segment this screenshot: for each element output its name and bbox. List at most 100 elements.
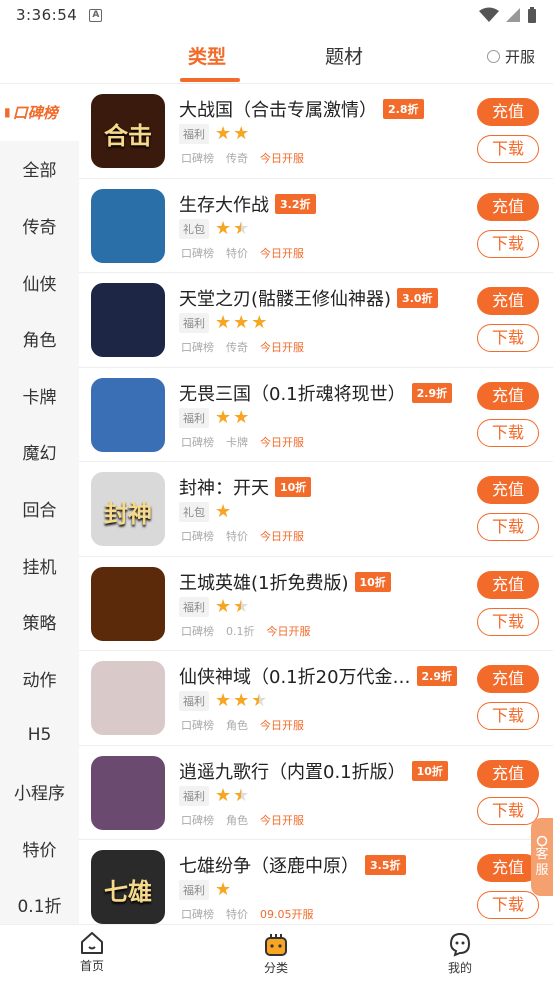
rank-label: 口碑榜 [181, 908, 214, 921]
download-button[interactable]: 下载 [477, 702, 539, 730]
discount-badge: 10折 [354, 571, 391, 592]
download-button[interactable]: 下载 [477, 418, 539, 447]
pay-button[interactable]: 充值 [477, 854, 539, 882]
game-thumbnail[interactable] [91, 283, 165, 357]
sidebar-item-chuanqi[interactable]: 传奇 [0, 197, 79, 254]
sidebar-item-all[interactable]: 全部 [0, 141, 79, 198]
sidebar-item-celue[interactable]: 策略 [0, 593, 79, 650]
thumbnail-text: 七雄 [104, 877, 152, 906]
game-tag: 福利 [179, 596, 209, 617]
pay-button[interactable]: 充值 [477, 759, 539, 788]
game-row[interactable]: 逍遥九歌行（内置0.1折版） 10折 福利 ★ ★ 口碑榜 角色 今日开服 充值 下载 [79, 746, 553, 840]
game-thumbnail[interactable]: 七雄 [91, 850, 165, 924]
download-button[interactable]: 下载 [477, 324, 539, 352]
sidebar-item-kapai[interactable]: 卡牌 [0, 367, 79, 424]
download-button[interactable]: 下载 [477, 891, 539, 919]
star-icon: ★ [215, 879, 232, 900]
game-thumbnail[interactable] [91, 566, 165, 641]
pay-button[interactable]: 充值 [477, 476, 539, 504]
game-row[interactable]: 无畏三国（0.1折魂将现世） 2.9折 福利 ★ ★ 口碑榜 卡牌 今日开服 充值 下载 [79, 368, 553, 462]
pay-button[interactable]: 充值 [477, 287, 539, 315]
game-title-line: 封神：开天 10折 [179, 474, 312, 500]
rank-label: 口碑榜 [181, 624, 214, 638]
game-row[interactable]: 天堂之刃(骷髅王修仙神器) 3.0折 福利 ★ ★ ★ 口碑榜 传奇 今日开服 充值 下载 [79, 273, 553, 368]
kaifu-toggle[interactable]: 开服 [486, 46, 535, 67]
sidebar-item-tejia[interactable]: 特价 [0, 820, 79, 877]
open-label: 今日开服 [260, 435, 304, 449]
status-right-icons [479, 6, 537, 24]
tab-theme[interactable]: 题材 [325, 42, 363, 69]
rating-stars: ★ [215, 881, 231, 899]
sidebar-item-koubei[interactable]: ▮ 口碑榜 [0, 84, 79, 141]
tab-type[interactable]: 类型 [188, 42, 226, 69]
star-icon: ★ [215, 595, 232, 617]
pay-button[interactable]: 充值 [477, 381, 539, 410]
genre-label: 传奇 [226, 152, 248, 165]
genre-label: 特价 [226, 246, 248, 260]
sidebar-item-huihe[interactable]: 回合 [0, 480, 79, 537]
game-tagline: 福利 ★ ★ [179, 785, 249, 806]
game-row[interactable]: 七雄 七雄纷争（逐鹿中原） 3.5折 福利 ★ 口碑榜 特价 09.05开服 充值 下载 [79, 840, 553, 924]
discount-badge: 2.9折 [411, 382, 453, 403]
open-label: 今日开服 [260, 341, 304, 354]
nav-home[interactable]: 首页 [52, 931, 132, 974]
game-row[interactable]: 王城英雄(1折免费版) 10折 福利 ★ ★ 口碑榜 0.1折 今日开服 充值 下载 [79, 557, 553, 651]
headset-icon [536, 835, 548, 847]
game-meta: 口碑榜 特价 今日开服 [181, 528, 304, 544]
sidebar-item-xianxia[interactable]: 仙侠 [0, 254, 79, 311]
game-tagline: 礼包 ★ ★ [179, 217, 250, 239]
sidebar-item-juese[interactable]: 角色 [0, 310, 79, 367]
download-button[interactable]: 下载 [477, 607, 539, 636]
rank-label: 口碑榜 [181, 719, 214, 732]
customer-service-tab[interactable]: 客 服 [531, 818, 553, 896]
rating-stars: ★ ★ [215, 595, 249, 617]
game-thumbnail[interactable] [91, 188, 165, 263]
tab-underline [180, 78, 240, 82]
game-thumbnail[interactable]: 合击 [91, 94, 165, 168]
game-thumbnail[interactable] [91, 661, 165, 735]
game-thumbnail[interactable]: 封神 [91, 472, 165, 546]
radio-icon [486, 50, 500, 63]
game-tagline: 福利 ★ ★ ★ [179, 691, 267, 711]
home-icon [81, 932, 103, 954]
game-meta: 口碑榜 角色 今日开服 [181, 717, 304, 733]
game-tagline: 福利 ★ ★ [179, 124, 249, 144]
game-tag: 福利 [179, 880, 209, 900]
rank-label: 口碑榜 [181, 246, 214, 260]
game-title: 天堂之刃(骷髅王修仙神器) [179, 289, 392, 310]
half-star-icon: ★ [233, 217, 250, 239]
bottom-nav: 首页 分类 我的 [0, 924, 553, 984]
pay-button[interactable]: 充值 [477, 665, 539, 693]
game-thumbnail[interactable] [91, 377, 165, 452]
genre-label: 特价 [226, 530, 248, 543]
genre-label: 特价 [226, 908, 248, 921]
download-button[interactable]: 下载 [477, 229, 539, 258]
game-thumbnail[interactable] [91, 755, 165, 830]
game-tag: 福利 [179, 124, 209, 144]
sidebar-item-guaji[interactable]: 挂机 [0, 537, 79, 594]
nav-profile[interactable]: 我的 [420, 931, 500, 976]
sidebar-item-miniprogram[interactable]: 小程序 [0, 763, 79, 820]
sidebar-item-mohuan[interactable]: 魔幻 [0, 424, 79, 481]
open-label: 今日开服 [266, 624, 311, 638]
pay-button[interactable]: 充值 [477, 98, 539, 126]
game-row[interactable]: 生存大作战 3.2折 礼包 ★ ★ 口碑榜 特价 今日开服 充值 下载 [79, 179, 553, 273]
game-row[interactable]: 封神 封神：开天 10折 礼包 ★ 口碑榜 特价 今日开服 充值 下载 [79, 462, 553, 557]
game-meta: 口碑榜 传奇 今日开服 [181, 339, 304, 355]
game-row[interactable]: 合击 大战国（合击专属激情） 2.8折 福利 ★ ★ 口碑榜 传奇 今日开服 充值 下载 [79, 84, 553, 179]
pay-button[interactable]: 充值 [477, 192, 539, 221]
open-label: 今日开服 [260, 530, 304, 543]
sidebar-item-dongzuo[interactable]: 动作 [0, 650, 79, 707]
sidebar-item-h5[interactable]: H5 [0, 707, 79, 764]
half-star-icon: ★ [251, 690, 268, 711]
thumbnail-text: 封神 [104, 499, 152, 528]
pay-button[interactable]: 充值 [477, 570, 539, 599]
download-button[interactable]: 下载 [477, 135, 539, 163]
game-title: 生存大作战 [179, 194, 269, 216]
thumbnail-text: 合击 [104, 121, 152, 150]
game-row[interactable]: 仙侠神域（0.1折20万代金… 2.9折 福利 ★ ★ ★ 口碑榜 角色 今日开服 充值 下载 [79, 651, 553, 746]
nav-category[interactable]: 分类 [236, 931, 316, 976]
rating-stars: ★ [215, 503, 231, 521]
download-button[interactable]: 下载 [477, 513, 539, 541]
download-button[interactable]: 下载 [477, 796, 539, 825]
